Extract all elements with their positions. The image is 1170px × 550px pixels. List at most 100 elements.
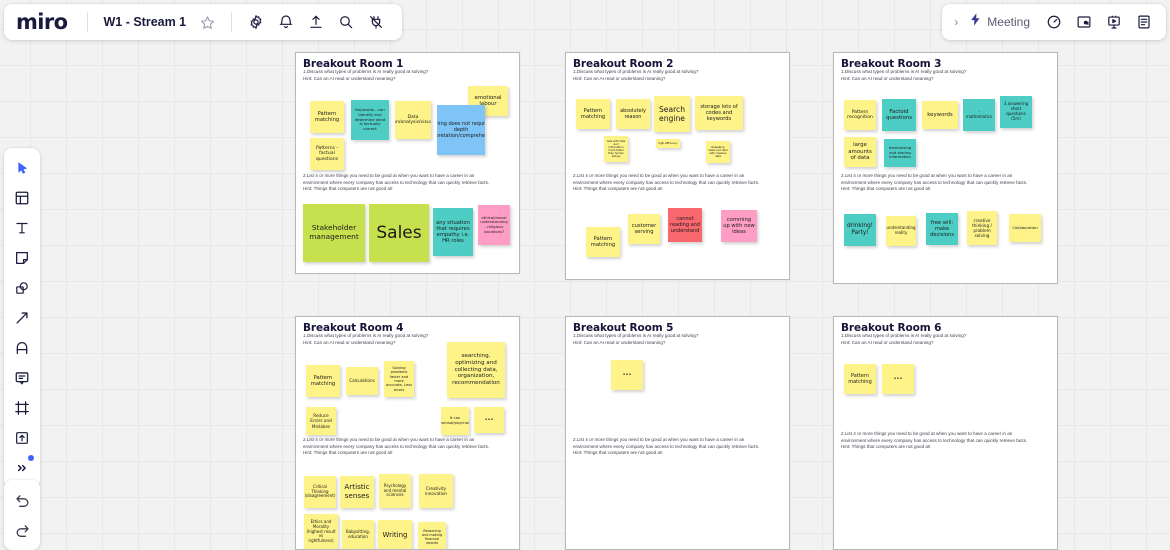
sticky-note[interactable]: Patterns - factual questions [310,138,344,170]
question-2-text: 2.List 4 or more things you need to be g… [841,173,1028,192]
sticky-note[interactable]: Factoid questions [882,99,916,131]
sticky-note[interactable]: Babysitting, education [342,520,374,549]
sticky-note[interactable]: Anything does not require in-depth inter… [437,105,485,155]
sticky-note[interactable]: ••• [611,360,643,390]
upload-icon[interactable] [302,8,330,36]
sticky-note[interactable]: ethical/moral understanding - religious … [478,205,510,245]
sticky-note[interactable]: high efficiency [656,139,680,148]
sticky-note[interactable]: Stakeholder management [303,204,365,262]
breakout-room-4[interactable]: Breakout Room 4 1.Discuss what types of p… [295,316,520,550]
sticky-note[interactable]: large amounts of data [844,137,876,167]
meeting-label: Meeting [987,15,1030,29]
pen-tool[interactable] [8,334,36,362]
sticky-note[interactable]: Pattern matching [576,99,610,129]
bell-icon[interactable] [272,8,300,36]
breakout-room-2[interactable]: Breakout Room 2 1.Discuss what types of p… [565,52,790,280]
text-tool[interactable] [8,214,36,242]
sticky-note[interactable]: Artistic senses [340,476,374,508]
sticky-note[interactable]: Keywords - can identify and determine wh… [351,100,389,140]
top-right-toolbar: › Meeting [942,4,1166,40]
sticky-note[interactable]: searching, optimizing and collecting dat… [447,342,505,398]
divider [231,12,233,32]
meeting-button[interactable]: Meeting [964,8,1038,36]
sticky-note[interactable]: Pattern matching [306,365,340,397]
breakout-room-1[interactable]: Breakout Room 1 1.Discuss what types of p… [295,52,520,274]
sticky-note[interactable]: Writing [378,520,412,549]
sticky-note[interactable]: drinking! Party! [844,214,876,246]
question-2-text: 2.List 4 or more things you need to be g… [573,173,760,192]
sticky-note[interactable]: any situation that requires empathy i.e.… [433,208,473,256]
miro-board-app: Breakout Room 1 1.Discuss what types of p… [0,0,1170,550]
sticky-note[interactable]: Search engine [654,96,690,132]
sticky-note[interactable]: understanding reality [886,216,916,246]
sticky-note[interactable]: Calculations [346,367,378,395]
screen-share-icon[interactable] [1070,8,1098,36]
new-feature-badge [28,455,34,461]
sticky-note[interactable]: Psychology and mental sciences [379,474,411,508]
cursor-tool[interactable] [8,154,36,182]
sticky-note[interactable]: 3.answering short questions (5m) [1000,96,1032,128]
undo-button[interactable] [8,486,36,514]
sticky-note[interactable]: creative thinking / problem solving [967,211,997,245]
redo-button[interactable] [8,516,36,544]
sticky-note[interactable]: free will: make decisions [926,213,958,245]
sticky-note[interactable]: storage lots of codes and keywords [695,96,743,130]
presentation-icon[interactable] [1100,8,1128,36]
sticky-note[interactable]: Critical Thinking (disagreement) [304,476,336,508]
gear-icon[interactable] [242,8,270,36]
sticky-note[interactable]: Pattern matching [310,101,344,133]
sticky-note[interactable]: Ethics and Morality (highest result vs r… [304,514,338,549]
frame-tool[interactable] [8,394,36,422]
sticky-note[interactable]: Collaboration [1009,214,1041,242]
sticky-note[interactable]: Repeating tasks and deal with massive da… [706,141,730,163]
sticky-note[interactable]: Pattern recognition [844,100,876,130]
sticky-note[interactable]: deal with data and information much fast… [604,136,628,162]
sticky-note[interactable]: Reduce Errors and Mistakes [306,407,336,435]
question-1-text: 1.Discuss what types of problems is AI r… [841,333,967,345]
timer-icon[interactable] [1040,8,1068,36]
sticky-note-tool[interactable] [8,244,36,272]
sticky-note[interactable]: Reasoning and making financial reports [418,522,446,549]
star-icon[interactable] [193,8,221,36]
breakout-room-6[interactable]: Breakout Room 6 1.Discuss what types of p… [833,316,1058,550]
sticky-note[interactable]: absolutely reason [616,99,650,129]
sticky-note[interactable]: Solving problems faster and more accurat… [384,361,414,397]
question-2-text: 2.List 4 or more things you need to be g… [303,173,490,192]
history-toolbar [4,480,40,550]
expand-toolbar-button[interactable]: › [950,15,962,29]
shapes-tool[interactable] [8,274,36,302]
question-1-text: 1.Discuss what types of problems is AI r… [303,69,429,81]
search-icon[interactable] [332,8,360,36]
question-2-text: 2.List 4 or more things you need to be g… [303,437,490,456]
miro-logo[interactable]: miro [16,11,77,33]
sticky-note[interactable]: Pattern matching [844,364,876,394]
breakout-room-3[interactable]: Breakout Room 3 1.Discuss what types of p… [833,52,1058,284]
sticky-note[interactable]: comming up with new ideas [721,210,757,242]
sticky-note[interactable]: - mathematics [963,99,995,131]
sticky-note[interactable]: keywords [922,101,958,129]
integrations-icon[interactable] [362,8,390,36]
question-2-text: 2.List 4 or more things you need to be g… [841,431,1028,450]
top-left-toolbar: miro W1 - Stream 1 [4,4,403,40]
bolt-icon [968,12,983,32]
sticky-note[interactable]: memorising and storing information [884,139,916,167]
sticky-note[interactable]: It can nonsensal/psychology [441,407,469,435]
sticky-note[interactable]: Sales [369,204,429,262]
upload-tool[interactable] [8,424,36,452]
notes-panel-icon[interactable] [1130,8,1158,36]
sticky-note[interactable]: ••• [474,407,504,433]
question-2-text: 2.List 4 or more things you need to be g… [573,437,760,456]
breakout-room-5[interactable]: Breakout Room 5 1.Discuss what types of p… [565,316,790,550]
comment-tool[interactable] [8,364,36,392]
sticky-note[interactable]: customer serving [628,214,660,244]
sticky-note[interactable]: ••• [882,364,914,394]
more-tools[interactable] [8,454,36,482]
sticky-note[interactable]: Pattern matching [586,227,620,257]
sticky-note[interactable]: Creativity innovation [419,474,453,508]
templates-tool[interactable] [8,184,36,212]
board-title[interactable]: W1 - Stream 1 [98,15,191,29]
sticky-note[interactable]: cannot reading and understand [668,208,702,242]
sticky-note[interactable]: Data collection/analysis/visualisation [395,101,431,139]
divider [87,12,89,32]
arrow-tool[interactable] [8,304,36,332]
